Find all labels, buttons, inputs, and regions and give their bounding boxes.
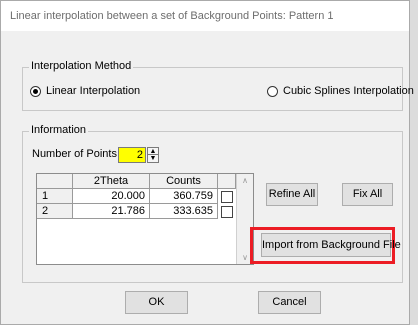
counts-cell[interactable]: 360.759 <box>150 189 218 204</box>
cubic-splines-radio[interactable]: Cubic Splines Interpolation <box>267 85 414 97</box>
information-group: Information Number of Points: 2 ▲ ▼ 2The… <box>22 124 403 283</box>
cubic-splines-label: Cubic Splines Interpolation <box>283 85 414 97</box>
column-header-2theta: 2Theta <box>73 174 150 189</box>
ok-button[interactable]: OK <box>125 291 188 314</box>
radio-unchecked-icon <box>267 85 278 97</box>
number-of-points-spinner[interactable]: ▲ ▼ <box>147 147 159 163</box>
refine-checkbox[interactable] <box>221 191 233 203</box>
theta-cell[interactable]: 20.000 <box>73 189 150 204</box>
cancel-button[interactable]: Cancel <box>258 291 321 314</box>
table-corner <box>37 174 73 189</box>
column-header-flag <box>218 174 236 189</box>
window-title: Linear interpolation between a set of Ba… <box>1 1 409 31</box>
spin-up-icon[interactable]: ▲ <box>148 148 158 155</box>
refine-all-button[interactable]: Refine All <box>266 183 318 206</box>
linear-interpolation-radio[interactable]: Linear Interpolation <box>30 85 140 97</box>
import-from-background-file-button[interactable]: Import from Background File <box>261 233 401 257</box>
number-of-points-label: Number of Points: <box>32 148 121 160</box>
radio-checked-icon <box>30 85 41 97</box>
spin-down-icon[interactable]: ▼ <box>148 155 158 162</box>
interpolation-method-title: Interpolation Method <box>29 60 134 72</box>
dialog-window: Linear interpolation between a set of Ba… <box>0 0 414 325</box>
refine-checkbox[interactable] <box>221 206 233 218</box>
number-of-points-input[interactable]: 2 <box>118 147 146 163</box>
linear-interpolation-label: Linear Interpolation <box>46 85 141 97</box>
interpolation-method-group: Interpolation Method Linear Interpolatio… <box>22 60 414 111</box>
theta-cell[interactable]: 21.786 <box>73 204 150 219</box>
counts-cell[interactable]: 333.635 <box>150 204 218 219</box>
information-title: Information <box>29 124 89 136</box>
scroll-up-icon[interactable]: ∧ <box>237 176 253 185</box>
table-row-index: 1 <box>37 189 73 204</box>
fix-all-button[interactable]: Fix All <box>342 183 393 206</box>
column-header-counts: Counts <box>150 174 218 189</box>
background-points-table: 2Theta Counts 1 20.000 360.759 2 21.786 … <box>36 173 254 265</box>
table-row-index: 2 <box>37 204 73 219</box>
